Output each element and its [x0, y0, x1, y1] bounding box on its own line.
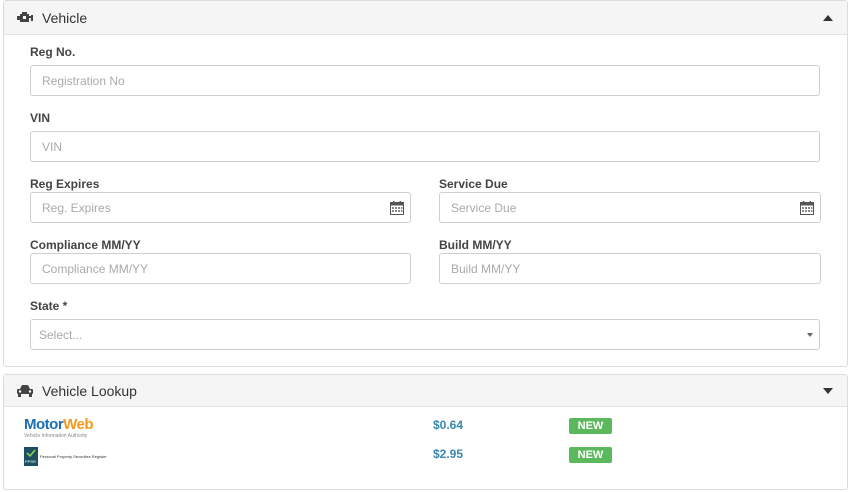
ppsr-check-icon: PPSR: [24, 447, 38, 466]
calendar-icon[interactable]: [390, 201, 404, 215]
vehicle-panel: Vehicle Reg No. Registration No VIN VIN …: [3, 0, 848, 367]
ppsr-logo: PPSR Personal Property Securities Regist…: [24, 447, 107, 466]
ppsr-price: $2.95: [433, 447, 464, 461]
vin-input[interactable]: VIN: [30, 131, 820, 162]
build-label: Build MM/YY: [439, 238, 512, 252]
engine-icon: [17, 11, 33, 22]
state-select-value: Select...: [39, 327, 83, 342]
ppsr-tagline: Personal Property Securities Register: [40, 454, 107, 459]
build-placeholder: Build MM/YY: [451, 261, 521, 276]
lookup-row-ppsr[interactable]: PPSR Personal Property Securities Regist…: [4, 442, 847, 472]
vehicle-panel-title: Vehicle: [42, 9, 88, 26]
service-due-input[interactable]: Service Due: [439, 192, 821, 223]
service-due-placeholder: Service Due: [451, 200, 517, 215]
expand-caret-icon[interactable]: [823, 387, 833, 394]
reg-no-placeholder: Registration No: [42, 73, 125, 88]
compliance-placeholder: Compliance MM/YY: [42, 261, 149, 276]
ppsr-logo-name: PPSR: [25, 459, 36, 464]
reg-no-input[interactable]: Registration No: [30, 65, 820, 96]
vehicle-lookup-panel: Vehicle Lookup MotorWeb Vehicle Informat…: [3, 374, 848, 490]
vehicle-lookup-title: Vehicle Lookup: [42, 382, 137, 399]
vin-placeholder: VIN: [42, 139, 63, 154]
motorweb-price: $0.64: [433, 418, 464, 432]
reg-no-label: Reg No.: [30, 45, 76, 59]
motorweb-tagline: Vehicle Information Authority: [24, 433, 88, 439]
chevron-down-icon: [807, 333, 813, 337]
lookup-row-motorweb[interactable]: MotorWeb Vehicle Information Authority $…: [4, 413, 847, 443]
reg-expires-placeholder: Reg. Expires: [42, 200, 111, 215]
service-due-label: Service Due: [439, 177, 508, 191]
vehicle-panel-header[interactable]: Vehicle: [4, 1, 847, 35]
reg-expires-input[interactable]: Reg. Expires: [30, 192, 411, 223]
state-select[interactable]: Select...: [30, 319, 820, 350]
build-input[interactable]: Build MM/YY: [439, 253, 821, 284]
collapse-caret-icon[interactable]: [823, 14, 833, 21]
compliance-label: Compliance MM/YY: [30, 238, 141, 252]
reg-expires-label: Reg Expires: [30, 177, 100, 191]
vin-label: VIN: [30, 111, 51, 125]
vehicle-lookup-header[interactable]: Vehicle Lookup: [4, 375, 847, 407]
calendar-icon[interactable]: [800, 201, 814, 215]
motorweb-logo-motor: Motor: [24, 416, 64, 433]
new-badge: NEW: [569, 418, 612, 434]
car-icon: [17, 384, 33, 397]
new-badge: NEW: [569, 447, 612, 463]
state-label: State *: [30, 299, 68, 313]
motorweb-logo-web: Web: [63, 416, 94, 433]
motorweb-logo: MotorWeb Vehicle Information Authority: [24, 416, 94, 440]
compliance-input[interactable]: Compliance MM/YY: [30, 253, 411, 284]
